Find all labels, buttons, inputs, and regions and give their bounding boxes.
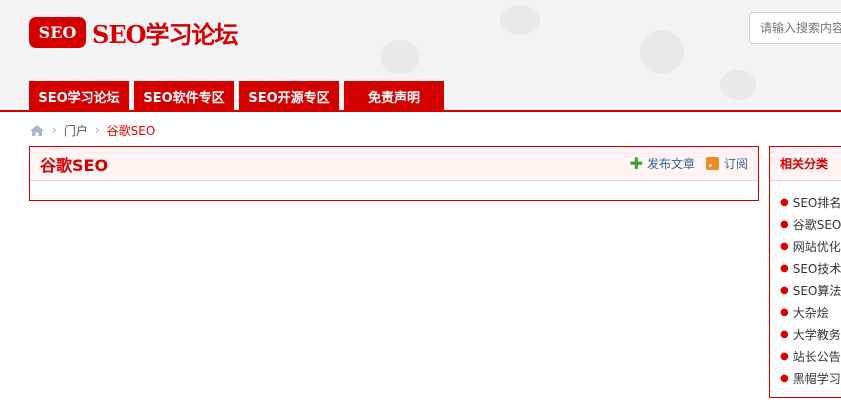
list-item[interactable]: ● 大学教务 [770, 323, 841, 345]
list-item[interactable]: ● SEO算法 [770, 279, 841, 301]
watermark-decoration [380, 40, 420, 74]
nav-item-seo-software[interactable]: SEO软件专区 [134, 81, 234, 110]
bullet-icon: ● [780, 240, 789, 252]
list-item-label: 大杂烩 [792, 305, 829, 320]
rss-icon [705, 157, 719, 170]
list-item[interactable]: ● 网站优化 [770, 235, 841, 257]
list-item[interactable]: ● 黑帽学习 [770, 367, 841, 389]
bullet-icon: ● [780, 196, 789, 208]
home-icon[interactable] [29, 124, 45, 137]
nav-item-disclaimer[interactable]: 免责声明 [344, 81, 444, 110]
list-item[interactable]: ● 站长公告 [770, 345, 841, 367]
breadcrumb-item-current[interactable]: 谷歌SEO [107, 122, 156, 139]
breadcrumb-separator: › [52, 123, 57, 137]
watermark-decoration [500, 5, 540, 35]
bullet-icon: ● [780, 328, 789, 340]
bullet-icon: ● [780, 262, 789, 274]
list-item[interactable]: ● SEO技术 [770, 257, 841, 279]
search-input[interactable] [749, 12, 841, 44]
category-actions: ✚ 发布文章 订阅 [630, 155, 748, 172]
bullet-icon: ● [780, 350, 789, 362]
list-item-label: 大学教务 [792, 327, 841, 342]
post-article-button[interactable]: ✚ 发布文章 [630, 155, 695, 172]
list-item[interactable]: ● 谷歌SEO [770, 213, 841, 235]
breadcrumb-item-portal[interactable]: 门户 [64, 122, 88, 139]
list-item-label: 站长公告 [792, 349, 841, 364]
related-categories-panel: 相关分类 ●SEO排名技 ●谷歌SEO ●网站优化 ●SEO技术 ●SEO算法 … [769, 146, 841, 398]
watermark-decoration [720, 70, 756, 100]
related-categories-title: 相关分类 [770, 147, 841, 181]
logo-text: SEO学习论坛 [92, 19, 239, 49]
list-item-label: 黑帽学习 [792, 371, 841, 386]
category-header: 谷歌SEO ✚ 发布文章 订阅 [30, 147, 758, 181]
logo-badge: SEO [29, 16, 86, 48]
list-item-label: 谷歌SEO [792, 217, 841, 232]
breadcrumb-separator: › [94, 123, 100, 137]
subscribe-label: 订阅 [723, 157, 748, 171]
list-item[interactable]: ●SEO排名技 [770, 191, 841, 213]
bullet-icon: ● [780, 372, 789, 384]
list-item-label: SEO排名技 [792, 195, 841, 210]
site-logo[interactable]: SEO SEO学习论坛 [29, 14, 239, 50]
nav-item-seo-forum[interactable]: SEO学习论坛 [29, 81, 129, 110]
list-item-label: SEO算法 [792, 283, 841, 298]
list-item-label: SEO技术 [792, 261, 841, 276]
category-panel: 谷歌SEO ✚ 发布文章 订阅 [29, 146, 759, 201]
plus-icon: ✚ [629, 153, 643, 173]
breadcrumb: › 门户 › 谷歌SEO [29, 121, 155, 139]
bullet-icon: ● [780, 306, 789, 318]
main-nav: SEO学习论坛 SEO软件专区 SEO开源专区 免责声明 [29, 81, 449, 110]
page-title: 谷歌SEO [40, 155, 109, 175]
post-article-label: 发布文章 [646, 157, 695, 171]
list-item[interactable]: ● 大杂烩 [770, 301, 841, 323]
site-header: SEO SEO学习论坛 SEO学习论坛 SEO软件专区 SEO开源专区 免责声明 [0, 0, 841, 112]
subscribe-button[interactable]: 订阅 [695, 155, 748, 172]
nav-item-seo-opensource[interactable]: SEO开源专区 [239, 81, 339, 110]
bullet-icon: ● [780, 284, 789, 296]
related-categories-list: ●SEO排名技 ●谷歌SEO ●网站优化 ●SEO技术 ●SEO算法 ●大杂烩 … [770, 181, 841, 389]
list-item-label: 网站优化 [792, 239, 841, 254]
watermark-decoration [640, 30, 684, 74]
bullet-icon: ● [780, 218, 789, 230]
